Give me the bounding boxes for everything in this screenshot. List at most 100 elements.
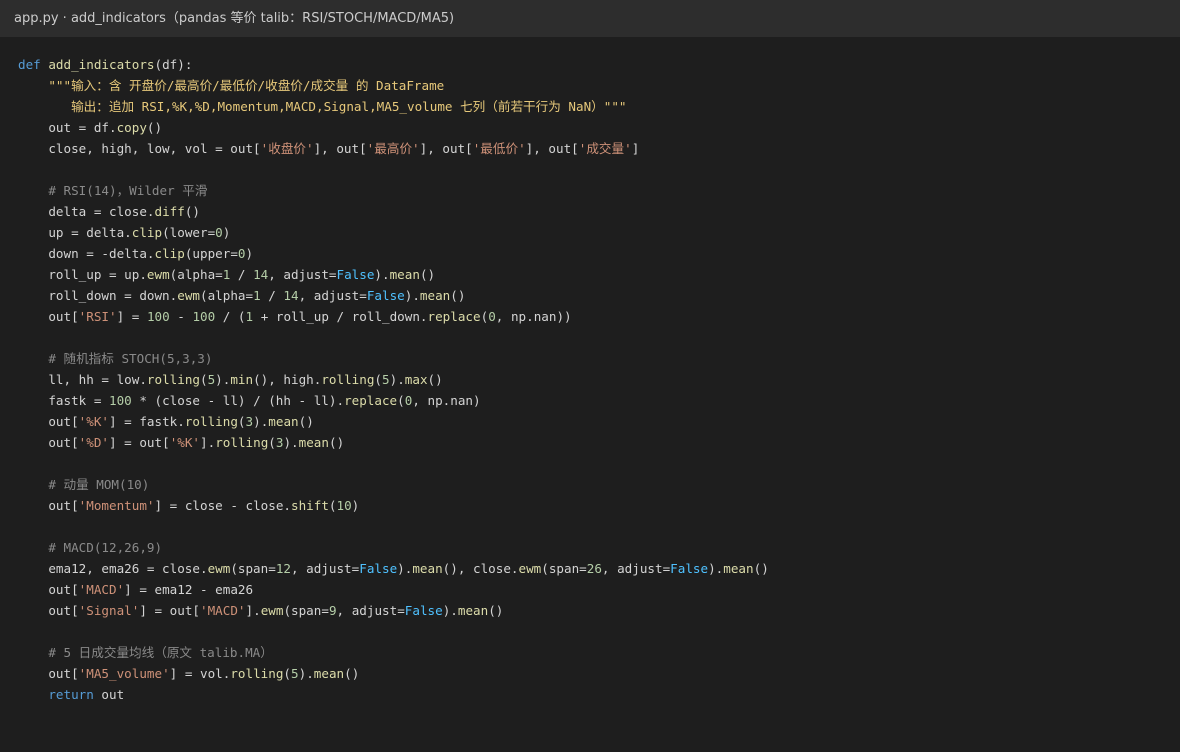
code-token: ], out[ <box>419 141 473 156</box>
code-token: , adjust= <box>268 267 337 282</box>
code-token: False <box>670 561 709 576</box>
code-token: ], out[ <box>525 141 579 156</box>
code-token: 14 <box>283 288 299 303</box>
code-token: # 5 日成交量均线（原文 talib.MA） <box>18 645 273 660</box>
code-token: , np.nan)) <box>495 309 572 324</box>
code-token: clip <box>154 246 185 261</box>
code-editor[interactable]: def add_indicators(df): """输入：含 开盘价/最高价/… <box>0 37 1180 752</box>
code-token: False <box>336 267 375 282</box>
code-line: ll, hh = low.rolling(5).min(), high.roll… <box>18 369 1180 390</box>
code-token: 0 <box>237 246 246 261</box>
code-line: # 5 日成交量均线（原文 talib.MA） <box>18 642 1180 663</box>
code-line: out['MACD'] = ema12 - ema26 <box>18 579 1180 600</box>
code-token: # MACD(12,26,9) <box>18 540 163 555</box>
code-token: up = delta. <box>18 225 132 240</box>
code-line: ema12, ema26 = close.ewm(span=12, adjust… <box>18 558 1180 579</box>
code-token: () <box>146 120 163 135</box>
code-token: '%D' <box>78 435 110 450</box>
code-token: # 动量 MOM(10) <box>18 477 150 492</box>
code-token: ). <box>253 414 269 429</box>
window-title: app.py · add_indicators（pandas 等价 talib：… <box>0 0 1180 37</box>
code-line: def add_indicators(df): <box>18 54 1180 75</box>
code-line: close, high, low, vol = out['收盘价'], out[… <box>18 138 1180 159</box>
code-token: delta = close. <box>18 204 155 219</box>
code-token: ewm <box>260 603 284 618</box>
code-token: '%K' <box>78 414 110 429</box>
code-token: , np.nan) <box>412 393 481 408</box>
code-line: down = -delta.clip(upper=0) <box>18 243 1180 264</box>
code-token: roll_down = down. <box>18 288 178 303</box>
code-token: diff <box>154 204 185 219</box>
code-token: close, high, low, vol = out[ <box>18 141 261 156</box>
code-content[interactable]: def add_indicators(df): """输入：含 开盘价/最高价/… <box>18 54 1180 705</box>
code-token: False <box>366 288 405 303</box>
code-token: replace <box>344 393 398 408</box>
code-token: () <box>427 372 443 387</box>
code-token: ] = <box>116 309 147 324</box>
code-token: () <box>450 288 466 303</box>
code-token: () <box>328 435 345 450</box>
code-token: (), close. <box>442 561 519 576</box>
code-token: clip <box>131 225 163 240</box>
code-token: mean <box>268 414 299 429</box>
code-token: add_indicators <box>48 57 155 72</box>
code-token: () <box>488 603 504 618</box>
code-token: () <box>184 204 200 219</box>
code-token: ]. <box>200 435 216 450</box>
code-token: ). <box>374 267 390 282</box>
code-token: shift <box>290 498 329 513</box>
code-token: (upper= <box>184 246 238 261</box>
code-token: ( <box>199 372 208 387</box>
code-token: 5 <box>382 372 390 387</box>
code-token: ewm <box>146 267 170 282</box>
code-token: ] = ema12 - ema26 <box>124 582 254 597</box>
code-token: ( <box>237 414 246 429</box>
code-token: () <box>298 414 314 429</box>
code-token: ) <box>222 225 231 240</box>
code-line: roll_up = up.ewm(alpha=1 / 14, adjust=Fa… <box>18 264 1180 285</box>
code-token: 输出：追加 RSI,%K,%D,Momentum,MACD,Signal,MA5… <box>18 99 627 114</box>
code-token: (alpha= <box>169 267 223 282</box>
code-token: mean <box>389 267 420 282</box>
code-token: ewm <box>207 561 231 576</box>
code-token: ]. <box>245 603 261 618</box>
code-token: rolling <box>146 372 200 387</box>
code-line: out['MA5_volume'] = vol.rolling(5).mean(… <box>18 663 1180 684</box>
code-token: ( <box>268 435 276 450</box>
code-token: max <box>404 372 428 387</box>
code-line: up = delta.clip(lower=0) <box>18 222 1180 243</box>
code-token: mean <box>723 561 754 576</box>
code-token: 0 <box>215 225 223 240</box>
code-token: out[ <box>18 414 79 429</box>
code-token: 'Signal' <box>78 603 140 618</box>
code-line: # 随机指标 STOCH(5,3,3) <box>18 348 1180 369</box>
code-token: min <box>230 372 254 387</box>
code-token: ( <box>397 393 405 408</box>
code-token: '最高价' <box>366 141 420 156</box>
code-line: out['%D'] = out['%K'].rolling(3).mean() <box>18 432 1180 453</box>
code-token: () <box>344 666 360 681</box>
code-token: / <box>260 288 284 303</box>
code-token: ewm <box>518 561 542 576</box>
code-token: out[ <box>18 582 79 597</box>
code-token: ) <box>351 498 360 513</box>
code-token: ll, hh = low. <box>18 372 147 387</box>
code-token: ). <box>215 372 231 387</box>
code-token: / ( <box>215 309 246 324</box>
code-line: return out <box>18 684 1180 705</box>
code-token: ema12, ema26 = close. <box>18 561 208 576</box>
code-token: 100 <box>146 309 170 324</box>
code-token: 'Momentum' <box>78 498 155 513</box>
code-token: 100 <box>192 309 216 324</box>
code-token: def <box>18 57 49 72</box>
code-token: out[ <box>18 435 79 450</box>
code-token: out[ <box>18 309 79 324</box>
code-token: ] = out[ <box>139 603 201 618</box>
code-token: , adjust= <box>601 561 671 576</box>
code-token: ewm <box>177 288 200 303</box>
code-token: (span= <box>283 603 329 618</box>
code-token: / <box>230 267 254 282</box>
